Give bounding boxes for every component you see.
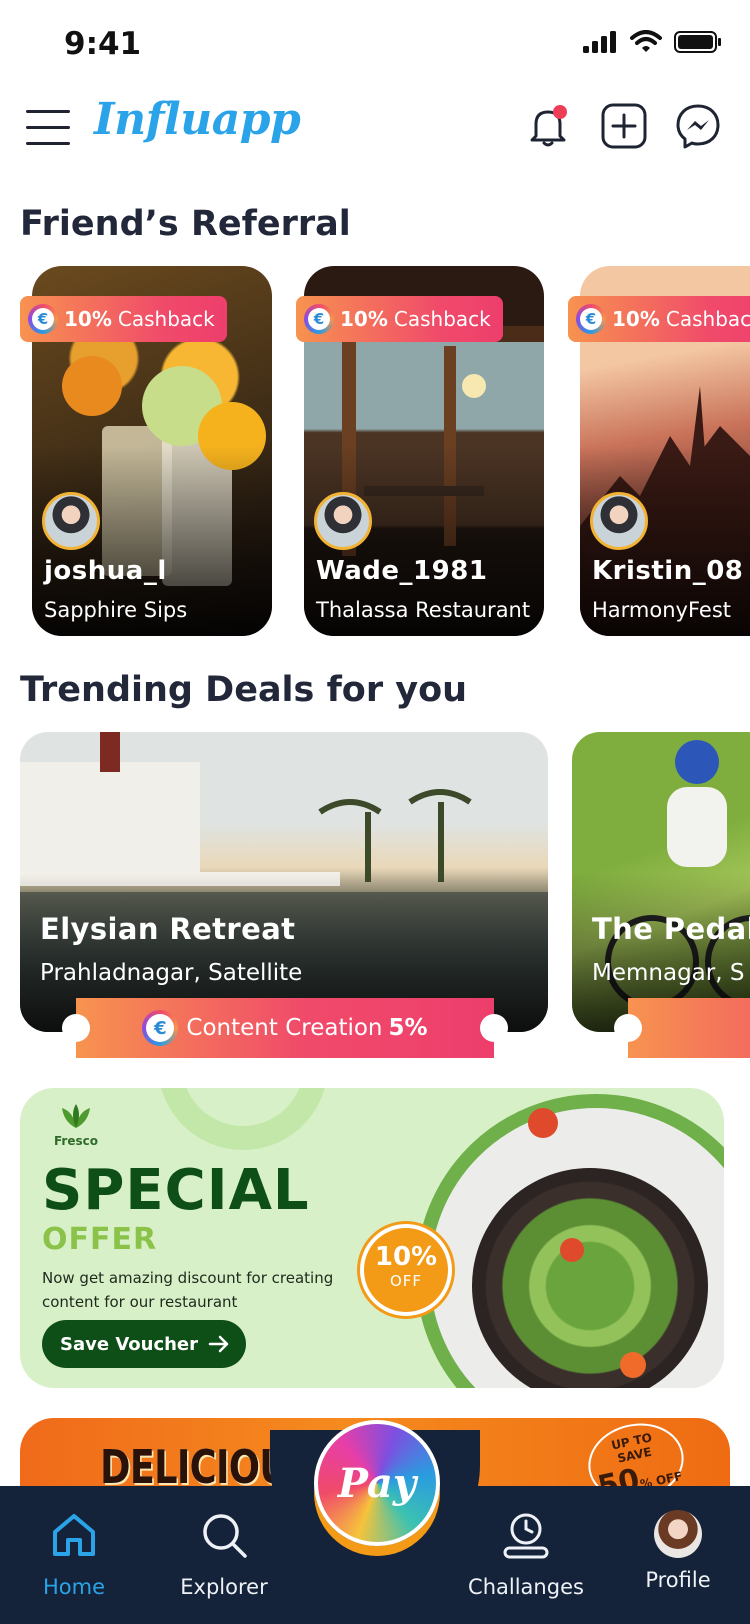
- deal-name[interactable]: The Pedal P: [592, 912, 750, 946]
- discount-badge: 10% OFF: [360, 1224, 452, 1316]
- nav-home[interactable]: Home: [4, 1510, 144, 1599]
- brand-logo: Fresco: [46, 1102, 106, 1148]
- messenger-button[interactable]: [674, 102, 722, 150]
- referral-place: HarmonyFest: [592, 598, 731, 622]
- avatar[interactable]: [42, 492, 100, 550]
- referral-username[interactable]: Wade_1981: [316, 556, 487, 586]
- deal-location: Prahladnagar, Satellite: [40, 960, 303, 986]
- referral-place: Sapphire Sips: [44, 598, 188, 622]
- nav-explorer[interactable]: Explorer: [154, 1510, 294, 1599]
- messenger-icon: [676, 104, 720, 149]
- profile-avatar: [654, 1510, 702, 1558]
- deal-offer-ticket: € Content Creation 5%: [62, 998, 508, 1058]
- leaf-icon: [62, 1104, 90, 1128]
- section-title-referral: Friend’s Referral: [20, 204, 351, 244]
- nav-profile[interactable]: Profile: [608, 1510, 748, 1592]
- cashback-badge: € 10% Cashback: [568, 296, 750, 342]
- home-icon: [53, 1514, 95, 1556]
- coin-icon: €: [576, 304, 606, 334]
- avatar[interactable]: [590, 492, 648, 550]
- notifications-button[interactable]: [524, 102, 572, 150]
- bell-icon: [530, 105, 567, 147]
- referral-username[interactable]: joshua_l: [44, 556, 167, 586]
- deal-name[interactable]: Elysian Retreat: [40, 912, 295, 946]
- coin-icon: €: [304, 304, 334, 334]
- coin-icon: €: [28, 304, 58, 334]
- deal-card[interactable]: The Pedal P Memnagar, S: [572, 732, 750, 1032]
- menu-button[interactable]: [26, 110, 70, 154]
- nav-challenges[interactable]: Challanges: [456, 1510, 596, 1599]
- cashback-badge: € 10% Cashback: [20, 296, 227, 342]
- status-bar: 9:41: [0, 0, 750, 92]
- battery-icon: [674, 31, 721, 53]
- stopwatch-icon: [503, 1513, 549, 1559]
- app-header: Influapp: [0, 92, 750, 192]
- deal-card[interactable]: Elysian Retreat Prahladnagar, Satellite: [20, 732, 548, 1032]
- deal-offer-ticket: € C: [614, 998, 750, 1058]
- create-post-button[interactable]: [600, 102, 648, 150]
- offer-headline: SPECIAL: [42, 1158, 310, 1223]
- coin-icon: €: [142, 1010, 179, 1046]
- status-icons: [582, 30, 722, 54]
- deals-carousel[interactable]: Elysian Retreat Prahladnagar, Satellite …: [0, 732, 750, 1062]
- referral-carousel[interactable]: joshua_l Sapphire Sips € 10% Cashback Wa…: [0, 266, 750, 638]
- avatar[interactable]: [314, 492, 372, 550]
- plus-square-icon: [601, 103, 647, 149]
- referral-place: Thalassa Restaurant: [316, 598, 531, 622]
- section-title-trending: Trending Deals for you: [20, 670, 468, 710]
- signal-icon: [583, 31, 616, 53]
- pay-button[interactable]: Pay: [314, 1420, 440, 1546]
- cashback-badge: € 10% Cashback: [296, 296, 503, 342]
- offer-description: Now get amazing discount for creating co…: [42, 1269, 334, 1311]
- wifi-icon: [630, 30, 662, 52]
- search-icon: [203, 1514, 247, 1558]
- deal-location: Memnagar, S: [592, 960, 745, 986]
- status-time: 9:41: [64, 26, 142, 62]
- menu-icon: [26, 110, 70, 113]
- save-voucher-button[interactable]: Save Voucher: [42, 1320, 247, 1368]
- special-offer-banner[interactable]: Fresco SPECIAL OFFER Now get amazing dis…: [20, 1088, 724, 1388]
- arrow-right-icon: [208, 1335, 229, 1353]
- referral-username[interactable]: Kristin_08: [592, 556, 743, 586]
- offer-subhead: OFFER: [42, 1222, 158, 1257]
- salad-image: [472, 1168, 708, 1388]
- app-logo: Influapp: [94, 94, 301, 145]
